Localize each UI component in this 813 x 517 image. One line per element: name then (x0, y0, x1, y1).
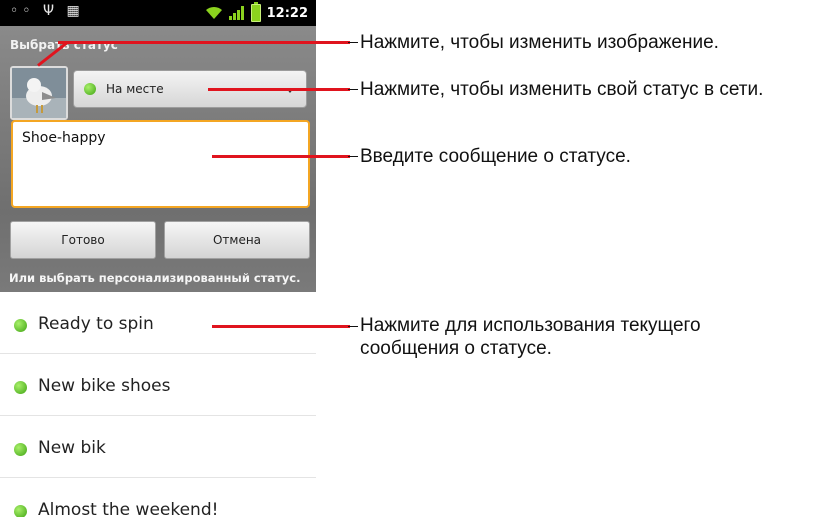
cancel-button[interactable]: Отмена (164, 221, 310, 259)
usb-icon: Ψ (42, 3, 58, 19)
callout-line-avatar (58, 41, 350, 44)
clock: 12:22 (266, 5, 308, 21)
wifi-icon (205, 6, 222, 19)
callout-text-list: Нажмите для использования текущего сообщ… (360, 315, 701, 359)
set-status-dialog: Выбрать статус На месте Shoe-happy Готов… (0, 26, 316, 292)
signal-icon (228, 6, 244, 20)
list-item[interactable]: New bike shoes (0, 354, 316, 416)
callout-link-avatar (348, 42, 358, 43)
avatar[interactable] (10, 66, 68, 120)
seagull-photo-icon (12, 68, 66, 118)
status-available-icon (84, 83, 96, 95)
status-bar: ◦◦ Ψ ▦ 12:22 (0, 0, 316, 26)
list-item-label: New bik (38, 438, 106, 458)
callout-text-message: Введите сообщение о статусе. (360, 146, 631, 167)
callout-line-availability (208, 88, 350, 91)
callout-text-avatar: Нажмите, чтобы изменить изображение. (360, 32, 719, 53)
battery-icon (250, 2, 261, 22)
voicemail-icon: ◦◦ (10, 3, 35, 19)
custom-status-header: Или выбрать персонализированный статус. (0, 269, 316, 289)
status-available-icon (14, 505, 27, 517)
list-item-label: New bike shoes (38, 376, 171, 396)
callout-line-message (212, 155, 350, 158)
status-available-icon (14, 443, 27, 456)
done-button[interactable]: Готово (10, 221, 156, 259)
status-available-icon (14, 381, 27, 394)
callout-text-availability: Нажмите, чтобы изменить свой статус в се… (360, 79, 764, 100)
phone-screen: ◦◦ Ψ ▦ 12:22 Выбрать статус На месте Sho… (0, 0, 316, 517)
status-bar-notifications: ◦◦ Ψ ▦ (10, 3, 84, 19)
callout-link-message (348, 156, 358, 157)
callout-line-list (212, 325, 350, 328)
android-debug-icon: ▦ (66, 3, 84, 19)
status-bar-system: 12:22 (205, 0, 308, 26)
list-item[interactable]: Almost the weekend! (0, 478, 316, 517)
status-message-input[interactable]: Shoe-happy (11, 120, 310, 208)
list-item-label: Ready to spin (38, 314, 154, 334)
availability-label: На месте (106, 82, 164, 96)
callout-link-availability (348, 89, 358, 90)
list-item[interactable]: New bik (0, 416, 316, 478)
custom-status-header-label: Или выбрать персонализированный статус. (9, 271, 301, 285)
callout-link-list (348, 326, 358, 327)
list-item[interactable]: Ready to spin (0, 292, 316, 354)
list-item-label: Almost the weekend! (38, 500, 219, 517)
status-available-icon (14, 319, 27, 332)
